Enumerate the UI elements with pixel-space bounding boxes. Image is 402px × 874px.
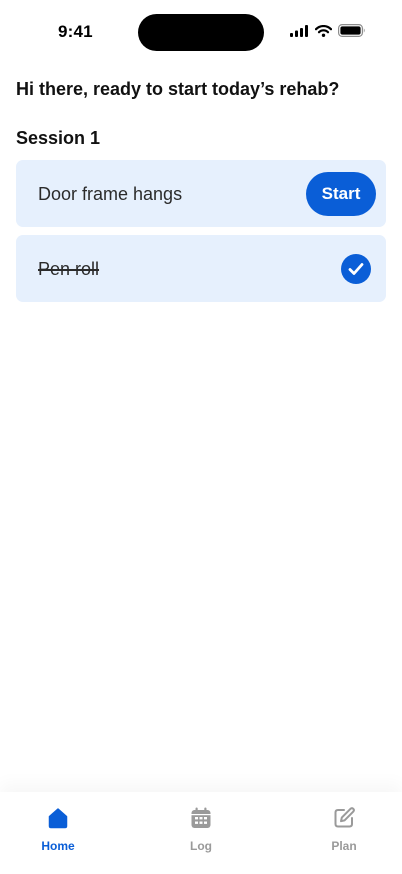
tab-log[interactable]: Log bbox=[134, 792, 268, 874]
status-bar: 9:41 bbox=[0, 0, 402, 64]
tab-label: Home bbox=[41, 839, 75, 853]
exercise-card-completed[interactable]: Pen roll bbox=[16, 235, 386, 302]
home-icon bbox=[45, 805, 71, 831]
exercise-card[interactable]: Door frame hangs Start bbox=[16, 160, 386, 227]
exercise-label: Pen roll bbox=[38, 259, 100, 279]
tab-home[interactable]: Home bbox=[0, 792, 125, 874]
session-title: Session 1 bbox=[16, 128, 101, 148]
tab-label: Log bbox=[190, 839, 212, 853]
status-icons bbox=[290, 24, 366, 37]
tab-label: Plan bbox=[331, 839, 357, 853]
signal-icon bbox=[290, 24, 308, 37]
tab-plan[interactable]: Plan bbox=[277, 792, 402, 874]
checkmark-icon[interactable] bbox=[341, 254, 371, 284]
battery-icon bbox=[338, 24, 365, 37]
status-time: 9:41 bbox=[58, 22, 93, 41]
edit-icon bbox=[331, 805, 357, 831]
calendar-icon bbox=[188, 805, 214, 831]
start-button[interactable]: Start bbox=[306, 172, 376, 216]
greeting-heading: Hi there, ready to start today’s rehab? bbox=[16, 79, 340, 99]
dynamic-island bbox=[138, 14, 264, 51]
exercise-label: Door frame hangs bbox=[38, 184, 183, 204]
wifi-icon bbox=[315, 24, 332, 37]
tab-bar: Home Log Plan bbox=[0, 792, 402, 874]
